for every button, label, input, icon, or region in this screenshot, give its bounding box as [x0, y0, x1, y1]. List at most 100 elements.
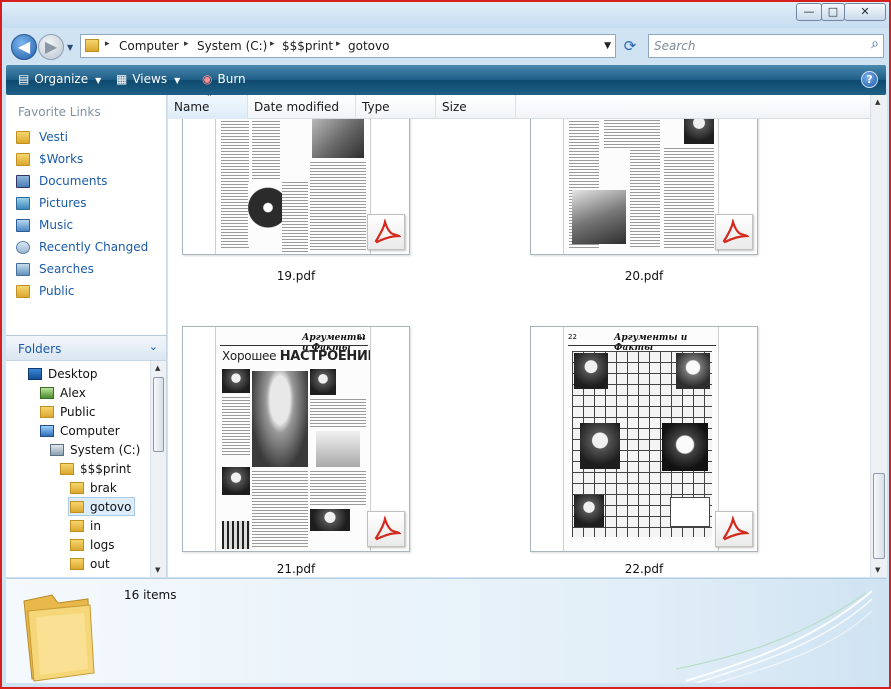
- recently-changed-icon: [16, 240, 30, 254]
- burn-icon: ◉: [202, 72, 213, 86]
- fav-item-documents[interactable]: Documents: [16, 171, 107, 191]
- file-thumbnail-20[interactable]: [530, 95, 758, 255]
- pdf-icon: [715, 214, 753, 250]
- documents-icon: [16, 174, 30, 188]
- tree-label: logs: [90, 537, 115, 552]
- search-box[interactable]: Search ⌕: [648, 34, 884, 58]
- breadcrumb-computer[interactable]: Computer: [119, 39, 179, 53]
- history-dropdown-icon[interactable]: ▼: [67, 43, 73, 52]
- close-button[interactable]: ✕: [844, 3, 886, 21]
- file-name-20[interactable]: 20.pdf: [530, 269, 758, 283]
- fav-item-pictures[interactable]: Pictures: [16, 193, 87, 213]
- tree-label: gotovo: [90, 499, 132, 514]
- column-label: Date modified: [254, 100, 340, 114]
- folder-icon: [70, 538, 84, 551]
- scroll-up-icon[interactable]: ▲: [155, 364, 160, 372]
- file-name-19[interactable]: 19.pdf: [182, 269, 410, 283]
- music-icon: [16, 218, 30, 232]
- column-size[interactable]: Size: [436, 95, 516, 119]
- file-view-scrollbar[interactable]: ▲ ▼: [870, 95, 887, 577]
- address-dropdown-icon[interactable]: ▼: [604, 41, 611, 51]
- help-icon[interactable]: ?: [861, 71, 878, 88]
- folder-icon: [60, 462, 74, 475]
- column-date-modified[interactable]: Date modified: [248, 95, 356, 119]
- folder-tree-scrollbar[interactable]: ▲ ▼: [150, 361, 166, 577]
- details-pane: 16 items: [6, 578, 886, 683]
- fav-label: Recently Changed: [39, 240, 149, 254]
- tree-label: System (C:): [70, 442, 141, 457]
- computer-icon: [40, 424, 54, 437]
- tree-label: brak: [90, 480, 117, 495]
- views-icon: ▦: [116, 72, 128, 86]
- navigation-pane: Favorite Links Vesti $Works Documents Pi…: [6, 95, 167, 577]
- file-name-21[interactable]: 21.pdf: [182, 562, 410, 576]
- search-icon[interactable]: ⌕: [871, 36, 879, 52]
- scroll-thumb[interactable]: [153, 377, 164, 452]
- breadcrumb-print[interactable]: $$$print: [282, 39, 333, 53]
- fav-item-public[interactable]: Public: [16, 281, 75, 301]
- tree-item-trash[interactable]: trash: [70, 573, 121, 577]
- fav-item-searches[interactable]: Searches: [16, 259, 94, 279]
- folder-icon: [70, 481, 84, 494]
- back-button[interactable]: ◀: [11, 34, 37, 60]
- search-input[interactable]: Search: [654, 39, 696, 53]
- chevron-down-icon: ▼: [95, 76, 102, 85]
- chevron-down-icon: ▼: [174, 76, 181, 85]
- column-name[interactable]: ⌃ Name: [168, 95, 248, 119]
- burn-label: Burn: [217, 72, 246, 86]
- tree-item-desktop[interactable]: Desktop: [28, 364, 98, 383]
- folder-tree: Desktop Alex Public Computer System (C:)…: [6, 361, 150, 577]
- burn-button[interactable]: ◉ Burn: [202, 72, 246, 86]
- file-thumbnail-19[interactable]: [182, 95, 410, 255]
- fav-item-vesti[interactable]: Vesti: [16, 127, 68, 147]
- scroll-down-icon[interactable]: ▼: [155, 566, 160, 574]
- tree-item-out[interactable]: out: [70, 554, 110, 573]
- tree-item-computer[interactable]: Computer: [40, 421, 120, 440]
- desktop-icon: [28, 367, 42, 380]
- breadcrumb-separator-icon[interactable]: ▸: [270, 39, 275, 49]
- tree-item-print[interactable]: $$$print: [60, 459, 131, 478]
- headline-light: Хорошее: [222, 349, 277, 363]
- tree-label: in: [90, 518, 101, 533]
- column-type[interactable]: Type: [356, 95, 436, 119]
- file-name-22[interactable]: 22.pdf: [530, 562, 758, 576]
- column-label: Type: [362, 100, 390, 114]
- scroll-up-icon[interactable]: ▲: [875, 98, 880, 106]
- breadcrumb-separator-icon[interactable]: ▸: [336, 39, 341, 49]
- folders-header[interactable]: Folders ⌄: [6, 335, 166, 361]
- tree-item-alex[interactable]: Alex: [40, 383, 86, 402]
- tree-label: Computer: [60, 423, 120, 438]
- fav-label: Music: [39, 218, 74, 232]
- breadcrumb-separator-icon[interactable]: ▸: [105, 39, 110, 49]
- views-button[interactable]: ▦ Views ▼: [116, 72, 180, 86]
- breadcrumb-separator-icon[interactable]: ▸: [184, 39, 189, 49]
- tree-item-gotovo[interactable]: gotovo: [68, 497, 136, 516]
- maximize-button[interactable]: □: [821, 3, 845, 21]
- fav-item-works[interactable]: $Works: [16, 149, 83, 169]
- refresh-icon[interactable]: ⟳: [619, 36, 641, 56]
- fav-item-music[interactable]: Music: [16, 215, 73, 235]
- organize-icon: ▤: [18, 72, 30, 86]
- tree-item-public[interactable]: Public: [40, 402, 96, 421]
- minimize-button[interactable]: —: [796, 3, 822, 21]
- organize-button[interactable]: ▤ Organize ▼: [18, 72, 101, 86]
- scroll-down-icon[interactable]: ▼: [875, 566, 880, 574]
- drive-icon: [50, 443, 64, 456]
- forward-button[interactable]: ▶: [38, 34, 64, 60]
- fav-item-recently-changed[interactable]: Recently Changed: [16, 237, 148, 257]
- title-bar[interactable]: — □ ✕: [2, 2, 889, 28]
- file-thumbnail-21[interactable]: Аргументы и Факты 21 Хорошее НАСТРОЕНИЕ: [182, 326, 410, 552]
- scroll-thumb[interactable]: [873, 473, 885, 559]
- file-thumbnail-22[interactable]: Аргументы и Факты 22: [530, 326, 758, 552]
- page-headline: Хорошее НАСТРОЕНИЕ: [222, 349, 370, 364]
- tree-item-brak[interactable]: brak: [70, 478, 117, 497]
- views-label: Views: [132, 72, 168, 86]
- breadcrumb-system-c[interactable]: System (C:): [197, 39, 267, 53]
- tree-item-in[interactable]: in: [70, 516, 101, 535]
- pdf-icon: [367, 214, 405, 250]
- tree-item-system-c[interactable]: System (C:): [50, 440, 140, 459]
- chevron-down-icon[interactable]: ⌄: [149, 340, 158, 353]
- address-bar[interactable]: ▸ Computer ▸ System (C:) ▸ $$$print ▸ go…: [80, 34, 616, 58]
- breadcrumb-gotovo[interactable]: gotovo: [348, 39, 389, 53]
- tree-item-logs[interactable]: logs: [70, 535, 115, 554]
